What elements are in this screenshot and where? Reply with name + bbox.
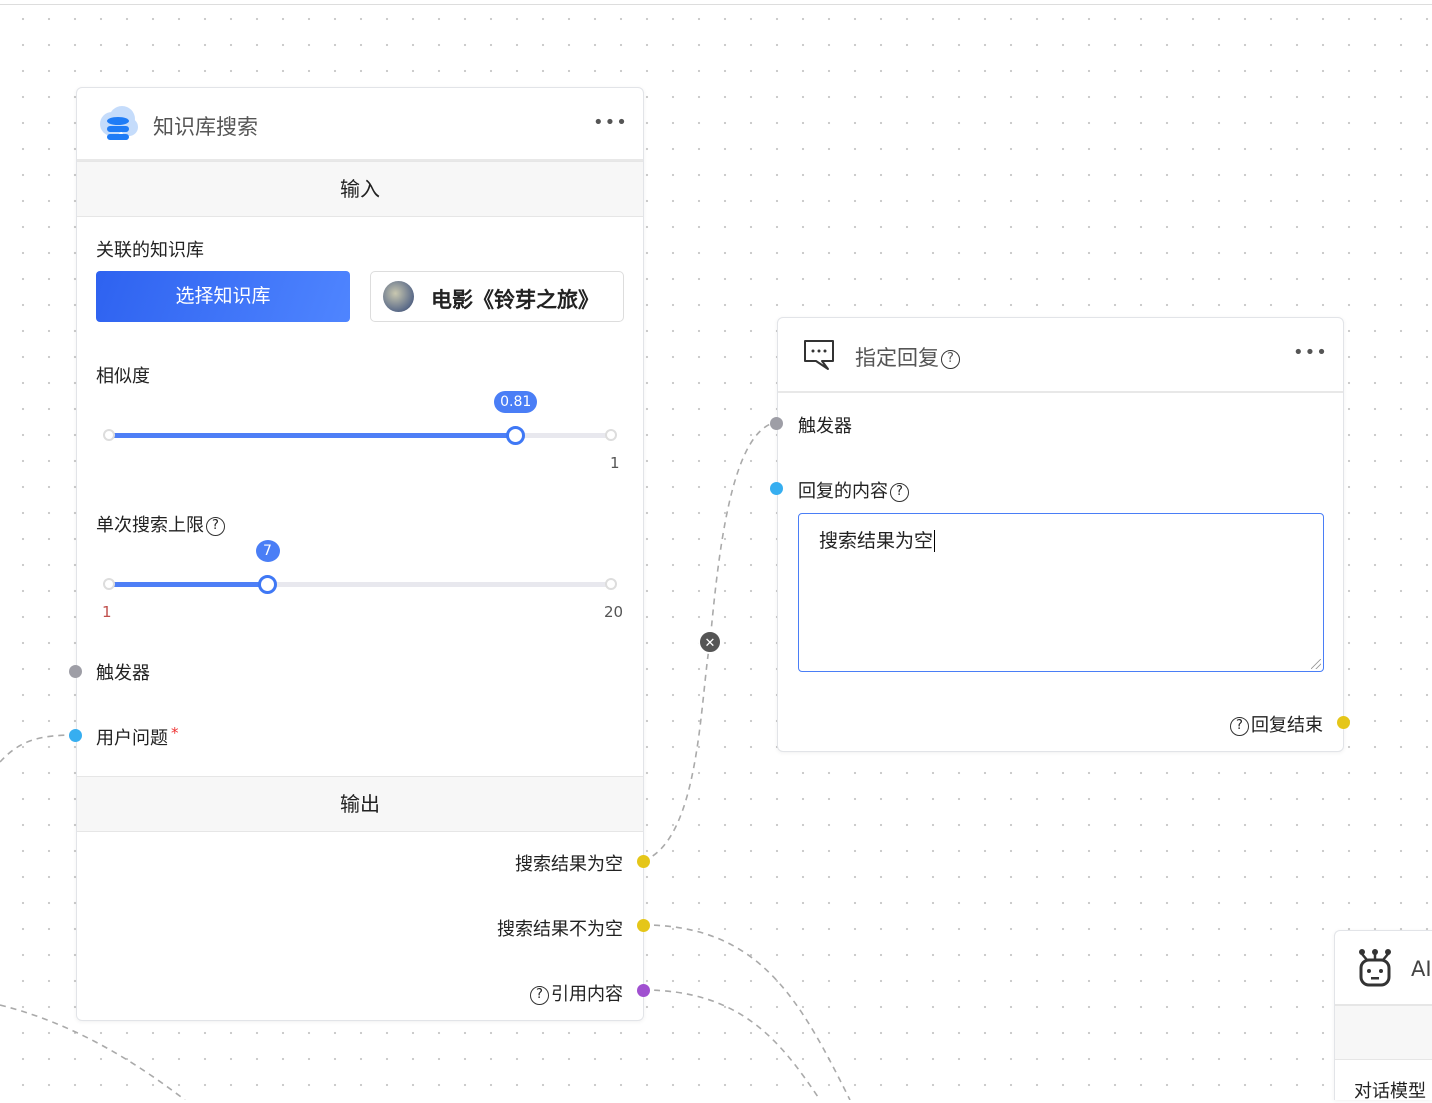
slider-max-dot — [605, 429, 617, 441]
database-cloud-icon — [100, 106, 138, 140]
reply-content-textarea[interactable]: 搜索结果为空 — [798, 513, 1324, 672]
output-quote-handle[interactable] — [637, 984, 650, 997]
content-label: 回复的内容? — [798, 477, 911, 503]
trigger-label: 触发器 — [798, 416, 852, 437]
slider-thumb[interactable] — [506, 426, 526, 445]
slider-thumb[interactable] — [258, 575, 278, 594]
textarea-value: 搜索结果为空 — [819, 530, 934, 552]
node-header: AI — [1335, 931, 1432, 1005]
output-quote-label: ? 引用内容 — [528, 980, 623, 1006]
max-results-slider[interactable]: 7 — [103, 540, 617, 594]
chat-bubble-icon — [804, 340, 834, 370]
trigger-handle[interactable] — [69, 665, 82, 678]
reply-node[interactable]: 指定回复? ••• 触发器 回复的内容? 搜索结果为空 ? 回复结束 — [770, 317, 1350, 752]
reply-end-text: 回复结束 — [1251, 715, 1323, 736]
max-results-label: 单次搜索上限? — [96, 511, 227, 537]
slider-max-dot — [605, 578, 617, 590]
reply-end-handle[interactable] — [1337, 716, 1350, 729]
linked-kb-label: 关联的知识库 — [96, 240, 204, 261]
output-section-header: 输出 — [77, 776, 643, 832]
robot-icon — [1359, 949, 1391, 987]
selected-kb-chip[interactable]: 电影《铃芽之旅》 — [370, 271, 624, 322]
help-icon[interactable]: ? — [206, 516, 225, 536]
slider-value-bubble: 0.81 — [494, 391, 538, 413]
help-icon[interactable]: ? — [890, 482, 909, 502]
node-title: 指定回复? — [855, 342, 962, 372]
output-quote-text: 引用内容 — [551, 984, 623, 1005]
edge-quote-to-ai — [642, 989, 821, 1100]
edge-notempty-to-ai — [642, 924, 851, 1100]
more-menu-button[interactable]: ••• — [1293, 342, 1328, 363]
trigger-handle[interactable] — [770, 417, 783, 430]
node-title: 知识库搜索 — [153, 115, 258, 139]
help-icon[interactable]: ? — [530, 985, 549, 1005]
user-question-handle[interactable] — [69, 729, 82, 742]
content-label-text: 回复的内容 — [798, 481, 888, 502]
help-icon[interactable]: ? — [941, 349, 960, 369]
node-header: 知识库搜索 ••• — [77, 88, 643, 161]
content-handle[interactable] — [770, 482, 783, 495]
edge-in-userq — [0, 734, 77, 763]
kb-avatar — [383, 281, 414, 312]
slider-fill — [109, 433, 516, 438]
kb-search-node[interactable]: 知识库搜索 ••• 输入 关联的知识库 选择知识库 电影《铃芽之旅》 相似度 0… — [69, 87, 650, 1021]
slider-min-dot — [103, 578, 115, 590]
similarity-slider[interactable]: 0.81 — [103, 391, 617, 445]
node-title-text: 指定回复 — [855, 346, 939, 370]
delete-edge-button[interactable]: ✕ — [698, 630, 722, 654]
required-mark: * — [171, 724, 179, 742]
max-results-max-label: 20 — [604, 603, 624, 621]
slider-value-bubble: 7 — [255, 540, 280, 562]
similarity-max-label: 1 — [610, 454, 620, 472]
reply-end-label: ? 回复结束 — [1228, 711, 1323, 737]
trigger-label: 触发器 — [96, 663, 150, 684]
selected-kb-name: 电影《铃芽之旅》 — [431, 288, 599, 312]
output-not-empty-handle[interactable] — [637, 919, 650, 932]
slider-min-dot — [103, 429, 115, 441]
model-label: 对话模型 — [1354, 1081, 1426, 1102]
user-question-text: 用户问题 — [96, 728, 168, 749]
node-title: AI — [1411, 957, 1432, 981]
input-section-header: 输入 — [77, 161, 643, 217]
max-results-text: 单次搜索上限 — [96, 515, 204, 536]
select-kb-button[interactable]: 选择知识库 — [96, 271, 350, 322]
user-question-label: 用户问题 * — [96, 724, 179, 750]
slider-fill — [109, 582, 268, 587]
text-cursor — [934, 530, 936, 552]
input-section-header — [1335, 1005, 1432, 1060]
more-menu-button[interactable]: ••• — [593, 112, 628, 133]
node-header: 指定回复? ••• — [778, 318, 1343, 393]
similarity-label: 相似度 — [96, 366, 150, 387]
output-empty-handle[interactable] — [637, 855, 650, 868]
help-icon[interactable]: ? — [1230, 716, 1249, 736]
max-results-min-label: 1 — [102, 603, 112, 621]
output-not-empty-label: 搜索结果不为空 — [497, 919, 623, 940]
ai-node[interactable]: AI 对话模型 — [1334, 930, 1432, 1102]
resize-handle[interactable] — [1311, 659, 1321, 669]
output-empty-label: 搜索结果为空 — [515, 854, 623, 875]
